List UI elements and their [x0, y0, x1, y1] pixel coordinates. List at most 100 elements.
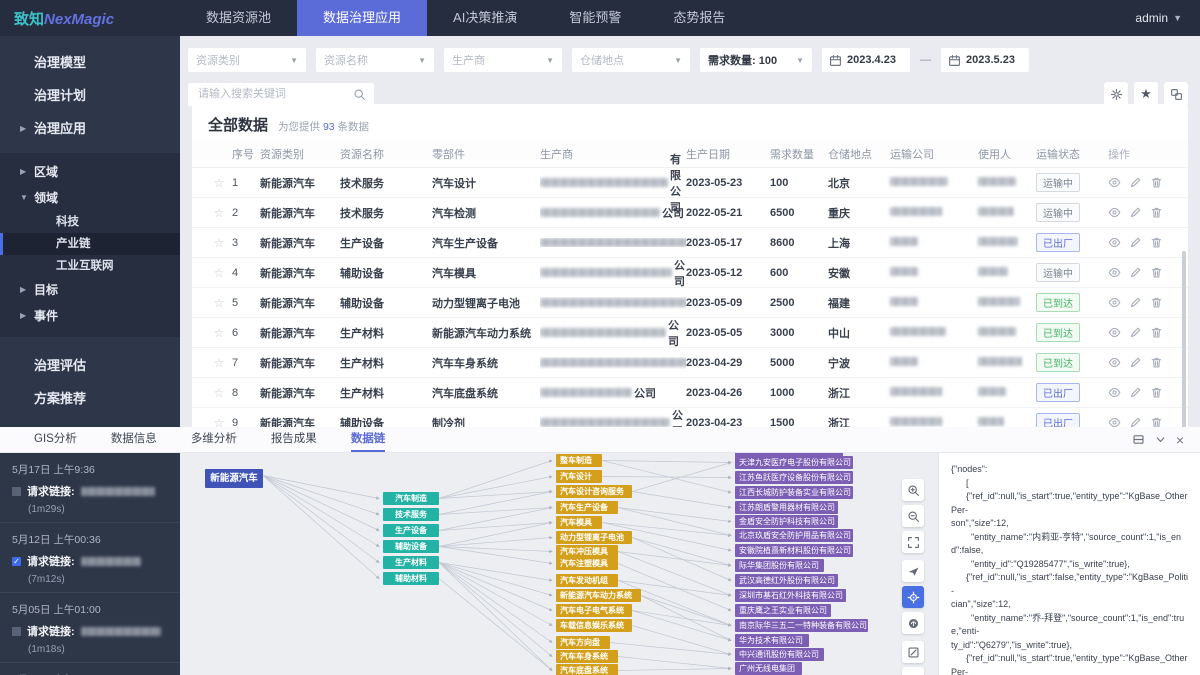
edit-icon[interactable]	[1129, 356, 1142, 369]
graph-node-category[interactable]: 辅助设备	[383, 540, 439, 553]
graph-node-part[interactable]: 汽车底盘系统	[556, 664, 618, 675]
edit-icon[interactable]	[1129, 326, 1142, 339]
sidebar-tree-item[interactable]: ▶事件	[0, 303, 180, 329]
graph-node-firm[interactable]: 中兴通讯股份有限公司	[735, 648, 824, 661]
edit-icon[interactable]	[1129, 386, 1142, 399]
delete-icon[interactable]	[1150, 296, 1163, 309]
view-icon[interactable]	[1108, 236, 1121, 249]
row-star-icon[interactable]: ☆	[206, 416, 232, 428]
graph-node-part[interactable]: 动力型锂离子电池	[556, 531, 632, 544]
delete-icon[interactable]	[1150, 236, 1163, 249]
graph-node-root[interactable]: 新能源汽车	[205, 469, 263, 488]
view-icon[interactable]	[1108, 416, 1121, 427]
graph-node-part[interactable]: 汽车模具	[556, 516, 602, 529]
date-end-input[interactable]: 2023.5.23	[941, 48, 1029, 72]
topnav-item[interactable]: 态势报告	[647, 0, 751, 36]
graph-node-part[interactable]: 整车制造	[556, 454, 602, 467]
sidebar-item[interactable]: 治理评估	[0, 349, 180, 382]
fit-screen-button[interactable]	[902, 531, 924, 553]
bottom-tab[interactable]: 数据链	[351, 427, 386, 452]
sidebar-tree-child[interactable]: 工业互联网	[0, 255, 180, 277]
row-star-icon[interactable]: ☆	[206, 176, 232, 190]
graph-node-firm[interactable]: 安徽院植熹新材料股份有限公司	[735, 544, 853, 557]
graph-node-category[interactable]: 生产设备	[383, 524, 439, 537]
edit-icon[interactable]	[1129, 266, 1142, 279]
filter-select[interactable]: 资源类别▼	[188, 48, 306, 72]
timeline-checkbox[interactable]	[12, 627, 21, 636]
row-star-icon[interactable]: ☆	[206, 206, 232, 220]
sidebar-tree-item[interactable]: ▼领域	[0, 185, 180, 211]
sidebar-tree-item[interactable]: ▶目标	[0, 277, 180, 303]
view-icon[interactable]	[1108, 386, 1121, 399]
sidebar-tree-item[interactable]: ▶区域	[0, 159, 180, 185]
sidebar-item[interactable]: 治理计划	[0, 79, 180, 112]
edit-icon[interactable]	[1129, 416, 1142, 427]
graph-node-firm[interactable]: 江苏鱼跃医疗设备股份有限公司	[735, 471, 853, 484]
graph-node-category[interactable]: 辅助材料	[383, 572, 439, 585]
knowledge-graph-canvas[interactable]: 新能源汽车汽车制造技术服务生产设备辅助设备生产材料辅助材料 整车制造汽车设计汽车设…	[180, 453, 938, 675]
search-input[interactable]	[196, 87, 340, 101]
graph-node-firm[interactable]: 北京玖盾安全防护用品有限公司	[735, 529, 853, 542]
bottom-tab[interactable]: 数据信息	[111, 427, 157, 452]
panel-layout-icon[interactable]	[1132, 433, 1145, 446]
edit-icon[interactable]	[1129, 296, 1142, 309]
delete-icon[interactable]	[1150, 266, 1163, 279]
graph-node-part[interactable]: 汽车电子电气系统	[556, 604, 632, 617]
view-icon[interactable]	[1108, 176, 1121, 189]
graph-node-part[interactable]: 汽车方向盘	[556, 636, 610, 649]
filter-select[interactable]: 生产商▼	[444, 48, 562, 72]
view-icon[interactable]	[1108, 266, 1121, 279]
locate-button[interactable]	[902, 586, 924, 608]
graph-node-part[interactable]: 汽车车身系统	[556, 650, 618, 663]
graph-node-firm[interactable]: 江西长城防护装备实业有限公司	[735, 486, 853, 499]
sidebar-item[interactable]: 治理模型	[0, 46, 180, 79]
row-star-icon[interactable]: ☆	[206, 386, 232, 400]
bottom-tab[interactable]: GIS分析	[34, 427, 77, 452]
row-star-icon[interactable]: ☆	[206, 356, 232, 370]
view-icon[interactable]	[1108, 206, 1121, 219]
zoom-out-button[interactable]	[902, 505, 924, 527]
row-star-icon[interactable]: ☆	[206, 266, 232, 280]
topnav-item[interactable]: 数据治理应用	[297, 0, 427, 36]
delete-icon[interactable]	[1150, 206, 1163, 219]
graph-node-part[interactable]: 车载信息娱乐系统	[556, 619, 632, 632]
graph-node-part[interactable]: 汽车设计	[556, 470, 602, 483]
topnav-item[interactable]: 数据资源池	[180, 0, 297, 36]
timeline-checkbox[interactable]: ✓	[12, 557, 21, 566]
date-start-input[interactable]: 2023.4.23	[822, 48, 910, 72]
topnav-item[interactable]: 智能预警	[543, 0, 647, 36]
row-star-icon[interactable]: ☆	[206, 296, 232, 310]
graph-node-part[interactable]: 汽车注塑模具	[556, 557, 618, 570]
user-menu[interactable]: admin ▼	[1135, 11, 1200, 25]
graph-node-firm[interactable]: 江苏朗盾警用器材有限公司	[735, 501, 838, 514]
sidebar-item[interactable]: 方案推荐	[0, 382, 180, 415]
favorite-button[interactable]: ★	[1134, 82, 1158, 106]
delete-icon[interactable]	[1150, 326, 1163, 339]
graph-node-firm[interactable]: 际华集团股份有限公司	[735, 559, 824, 572]
sidebar-tree-child-selected[interactable]: 产业链	[0, 233, 180, 255]
close-panel-icon[interactable]: ×	[1176, 433, 1184, 447]
graph-node-firm[interactable]: 天津九安医疗电子股份有限公司	[735, 456, 853, 469]
video-button[interactable]	[902, 667, 924, 675]
row-star-icon[interactable]: ☆	[206, 236, 232, 250]
graph-node-firm[interactable]: 南京际华三五二一特种装备有限公司	[735, 619, 868, 632]
graph-node-category[interactable]: 技术服务	[383, 508, 439, 521]
row-star-icon[interactable]: ☆	[206, 326, 232, 340]
graph-node-category[interactable]: 生产材料	[383, 556, 439, 569]
layout-button[interactable]	[1164, 82, 1188, 106]
graph-node-part[interactable]: 汽车设计咨询服务	[556, 485, 632, 498]
edit-box-button[interactable]	[902, 641, 924, 663]
topnav-item[interactable]: AI决策推演	[427, 0, 543, 36]
edit-icon[interactable]	[1129, 206, 1142, 219]
collapse-panel-icon[interactable]	[1154, 433, 1167, 446]
graph-node-category[interactable]: 汽车制造	[383, 492, 439, 505]
graph-node-part[interactable]: 汽车发动机组	[556, 574, 618, 587]
layers-button[interactable]	[902, 560, 924, 582]
delete-icon[interactable]	[1150, 386, 1163, 399]
graph-node-firm[interactable]: 广州无线电集团	[735, 662, 802, 675]
graph-node-firm[interactable]: 深圳市基石红外科技有限公司	[735, 589, 846, 602]
graph-node-part[interactable]: 汽车生产设备	[556, 501, 618, 514]
graph-node-firm[interactable]: 重庆鹰之王实业有限公司	[735, 604, 831, 617]
graph-node-part[interactable]: 新能源汽车动力系统	[556, 589, 641, 602]
delete-icon[interactable]	[1150, 176, 1163, 189]
